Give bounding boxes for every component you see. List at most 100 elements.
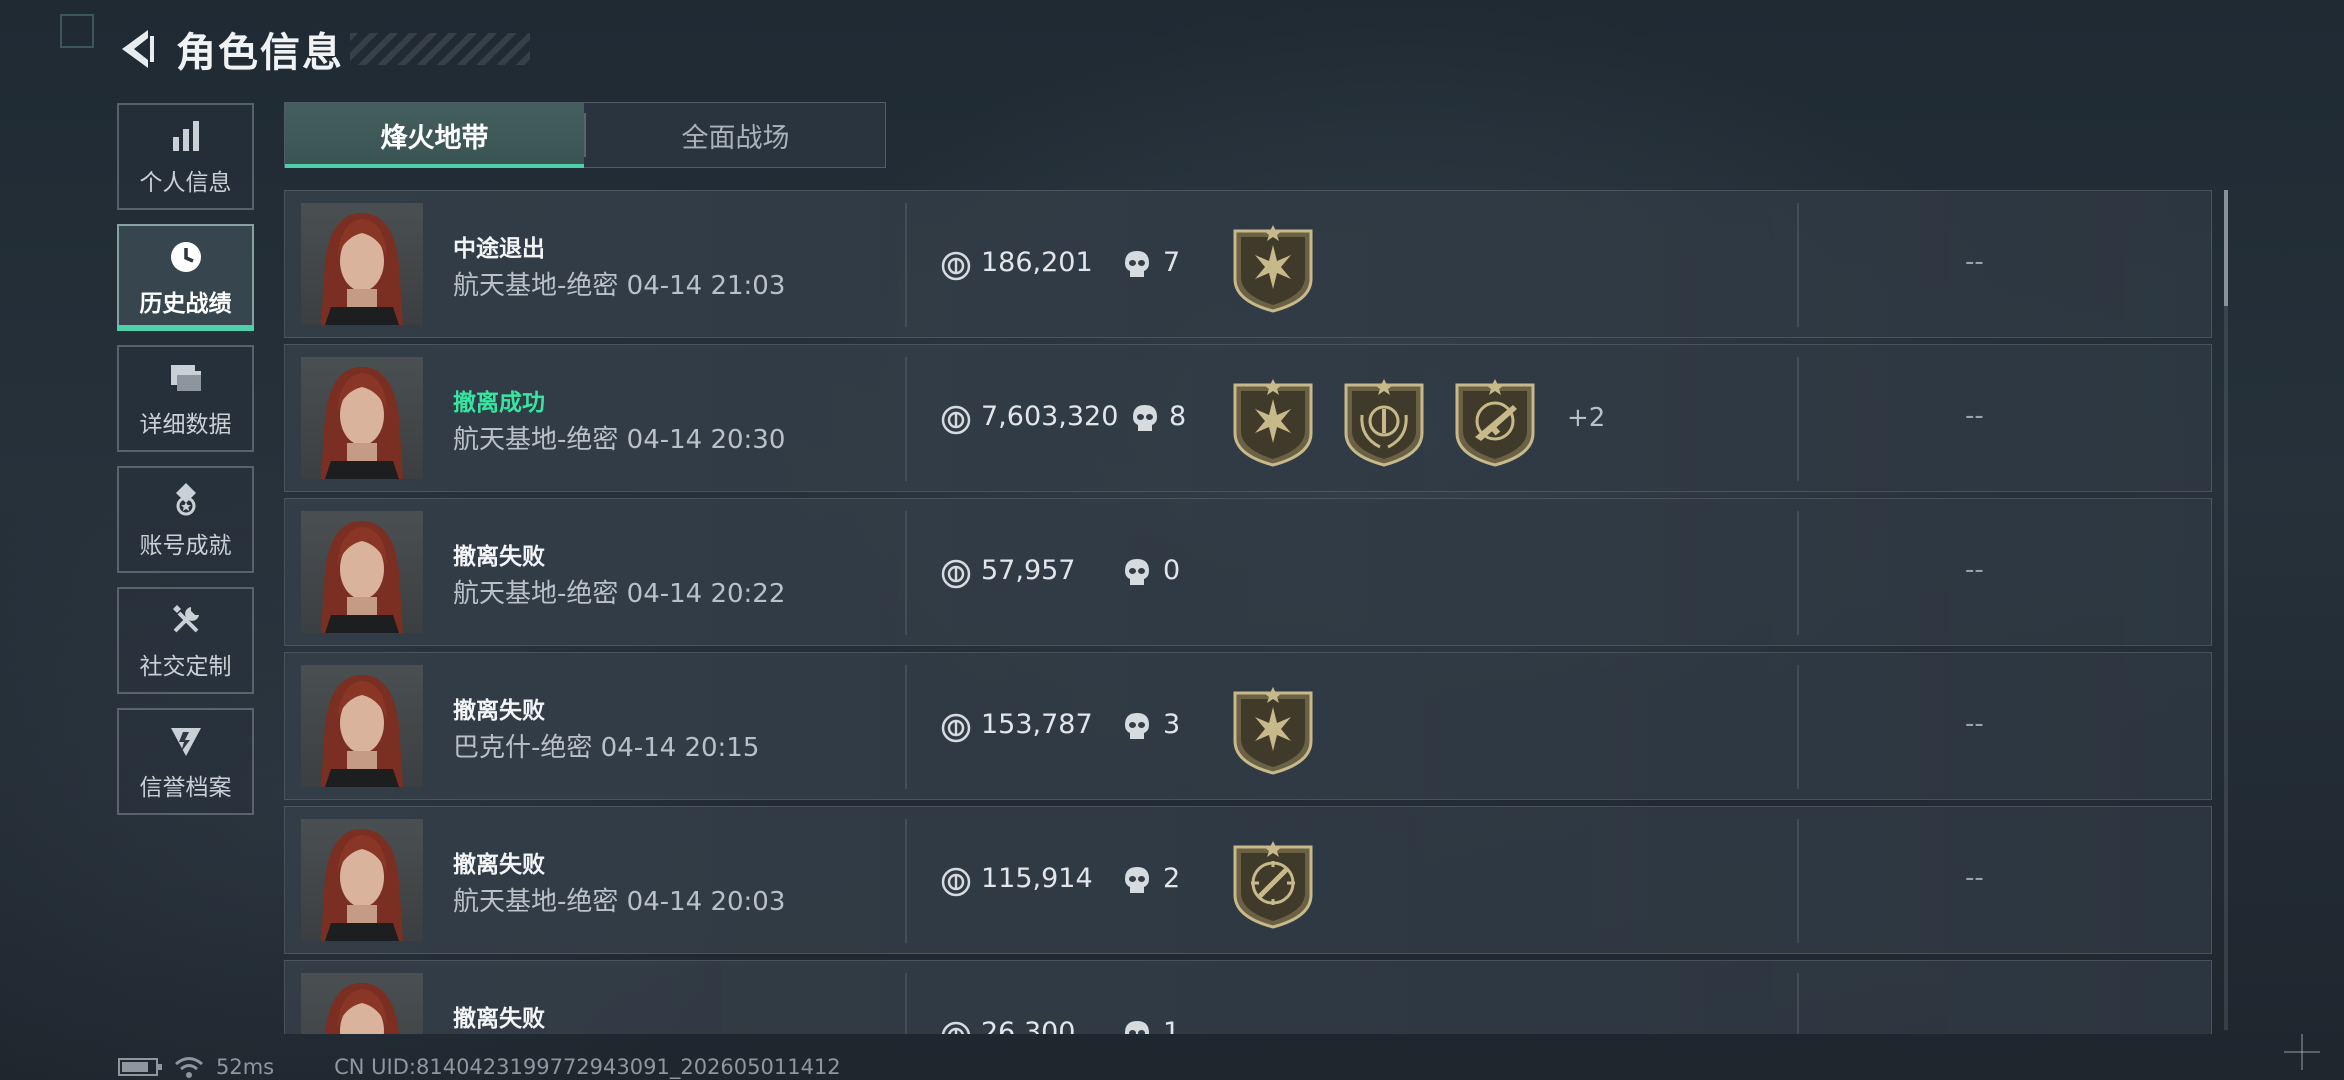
record-status: 中途退出 <box>453 236 545 262</box>
star-badge-icon <box>1233 225 1313 313</box>
column-divider <box>1797 357 1799 481</box>
record-value: 26,300 <box>981 1017 1076 1034</box>
record-map-time: 航天基地-绝密 04-14 20:03 <box>453 887 786 917</box>
record-map-time: 航天基地-绝密 04-14 20:22 <box>453 579 786 609</box>
operator-portrait <box>301 973 423 1034</box>
star-badge-icon <box>1233 379 1313 467</box>
column-divider <box>905 665 907 789</box>
tab-full-battlefield[interactable]: 全面战场 <box>586 103 885 167</box>
mode-tabs: 烽火地带 全面战场 <box>284 102 886 168</box>
record-map-time: 航天基地-绝密 04-14 20:30 <box>453 425 786 455</box>
sidebar-item-detailed-data[interactable]: 详细数据 <box>117 345 254 452</box>
column-divider <box>905 357 907 481</box>
coin-icon <box>941 713 971 743</box>
back-arrow-icon <box>122 30 154 68</box>
record-row[interactable]: 撤离成功 航天基地-绝密 04-14 20:30 7,603,320 8 +2 … <box>284 344 2212 492</box>
skull-icon <box>1125 251 1149 277</box>
corner-plus-icon <box>2280 1030 2324 1074</box>
back-button[interactable] <box>112 18 160 80</box>
record-kills: 1 <box>1163 1017 1181 1034</box>
network-ping: 52ms <box>216 1055 275 1079</box>
sidebar-item-label: 信誉档案 <box>139 774 232 801</box>
record-status: 撤离失败 <box>453 852 545 878</box>
record-extra-info: -- <box>1965 247 1984 277</box>
user-uid: CN UID:8140423199772943091_202605011412 <box>334 1055 841 1079</box>
coin-icon <box>941 405 971 435</box>
page-title: 角色信息 <box>176 30 344 76</box>
skull-icon <box>1133 405 1157 431</box>
status-footer: 52ms CN UID:8140423199772943091_20260501… <box>118 1054 841 1080</box>
record-extra-info: -- <box>1965 709 1984 739</box>
record-row[interactable]: 撤离失败 航天基地-绝密 04-14 20:22 57,957 0 -- <box>284 498 2212 646</box>
tools-icon <box>172 604 199 632</box>
record-status: 撤离失败 <box>453 698 545 724</box>
operator-portrait-icon <box>321 675 403 787</box>
sidebar-item-credit-profile[interactable]: 信誉档案 <box>117 708 254 815</box>
column-divider <box>1797 665 1799 789</box>
record-row[interactable]: 撤离失败 26,300 1 <box>284 960 2212 1034</box>
operator-portrait-icon <box>321 213 403 325</box>
skull-icon <box>1125 713 1149 739</box>
record-extra-info: -- <box>1965 401 1984 431</box>
folder-icon <box>170 364 201 391</box>
sidebar-item-label: 详细数据 <box>139 411 232 438</box>
record-extra-info: -- <box>1965 863 1984 893</box>
battery-icon <box>118 1058 162 1076</box>
crosshair-badge-icon <box>1233 841 1313 929</box>
coin-icon <box>941 1021 971 1034</box>
operator-portrait <box>301 665 423 787</box>
record-map-time: 巴克什-绝密 04-14 20:15 <box>453 733 760 763</box>
page-header: 角色信息 <box>112 18 530 80</box>
column-divider <box>905 819 907 943</box>
star-badge-icon <box>1233 687 1313 775</box>
coin-icon <box>941 251 971 281</box>
operator-portrait-icon <box>321 367 403 479</box>
operator-portrait <box>301 819 423 941</box>
sidebar-item-label: 社交定制 <box>139 653 232 680</box>
record-status: 撤离失败 <box>453 544 545 570</box>
tab-hazard-zone[interactable]: 烽火地带 <box>285 103 584 168</box>
sidebar-item-label: 账号成就 <box>139 532 232 559</box>
column-divider <box>905 973 907 1034</box>
corner-decoration <box>60 14 94 48</box>
operator-portrait <box>301 203 423 325</box>
record-row[interactable]: 撤离失败 巴克什-绝密 04-14 20:15 153,787 3 -- <box>284 652 2212 800</box>
record-extra-info: -- <box>1965 555 1984 585</box>
wreath-badge-icon <box>1344 379 1424 467</box>
column-divider <box>905 203 907 327</box>
sidebar-item-label: 个人信息 <box>139 169 232 196</box>
list-scrollbar[interactable] <box>2224 190 2228 1030</box>
record-value: 186,201 <box>981 247 1093 278</box>
rifle-badge-icon <box>1455 379 1535 467</box>
record-kills: 7 <box>1163 247 1181 278</box>
record-status: 撤离成功 <box>453 390 545 416</box>
operator-portrait <box>301 357 423 479</box>
operator-portrait <box>301 511 423 633</box>
sidebar-item-social-custom[interactable]: 社交定制 <box>117 587 254 694</box>
credit-icon <box>170 727 201 756</box>
clock-icon <box>170 241 201 272</box>
operator-portrait-icon <box>321 829 403 941</box>
record-map-time: 航天基地-绝密 04-14 21:03 <box>453 271 786 301</box>
coin-icon <box>941 867 971 897</box>
skull-icon <box>1125 559 1149 585</box>
sidebar-item-personal-info[interactable]: 个人信息 <box>117 103 254 210</box>
record-kills: 3 <box>1163 709 1181 740</box>
operator-portrait-icon <box>321 521 403 633</box>
record-kills: 2 <box>1163 863 1181 894</box>
column-divider <box>905 511 907 635</box>
record-row[interactable]: 撤离失败 航天基地-绝密 04-14 20:03 115,914 2 -- <box>284 806 2212 954</box>
achievement-icon <box>175 482 196 515</box>
sidebar-item-achievements[interactable]: 账号成就 <box>117 466 254 573</box>
more-badges-count[interactable]: +2 <box>1567 403 1605 433</box>
column-divider <box>1797 819 1799 943</box>
record-value: 7,603,320 <box>981 401 1119 432</box>
column-divider <box>1797 973 1799 1034</box>
scrollbar-thumb[interactable] <box>2224 190 2228 306</box>
sidebar-item-match-history[interactable]: 历史战绩 <box>117 224 254 331</box>
record-kills: 0 <box>1163 555 1181 586</box>
sidebar-item-label: 历史战绩 <box>139 290 232 317</box>
record-row[interactable]: 中途退出 航天基地-绝密 04-14 21:03 186,201 7 -- <box>284 190 2212 338</box>
skull-icon <box>1125 1021 1149 1034</box>
operator-portrait-icon <box>324 983 400 1034</box>
